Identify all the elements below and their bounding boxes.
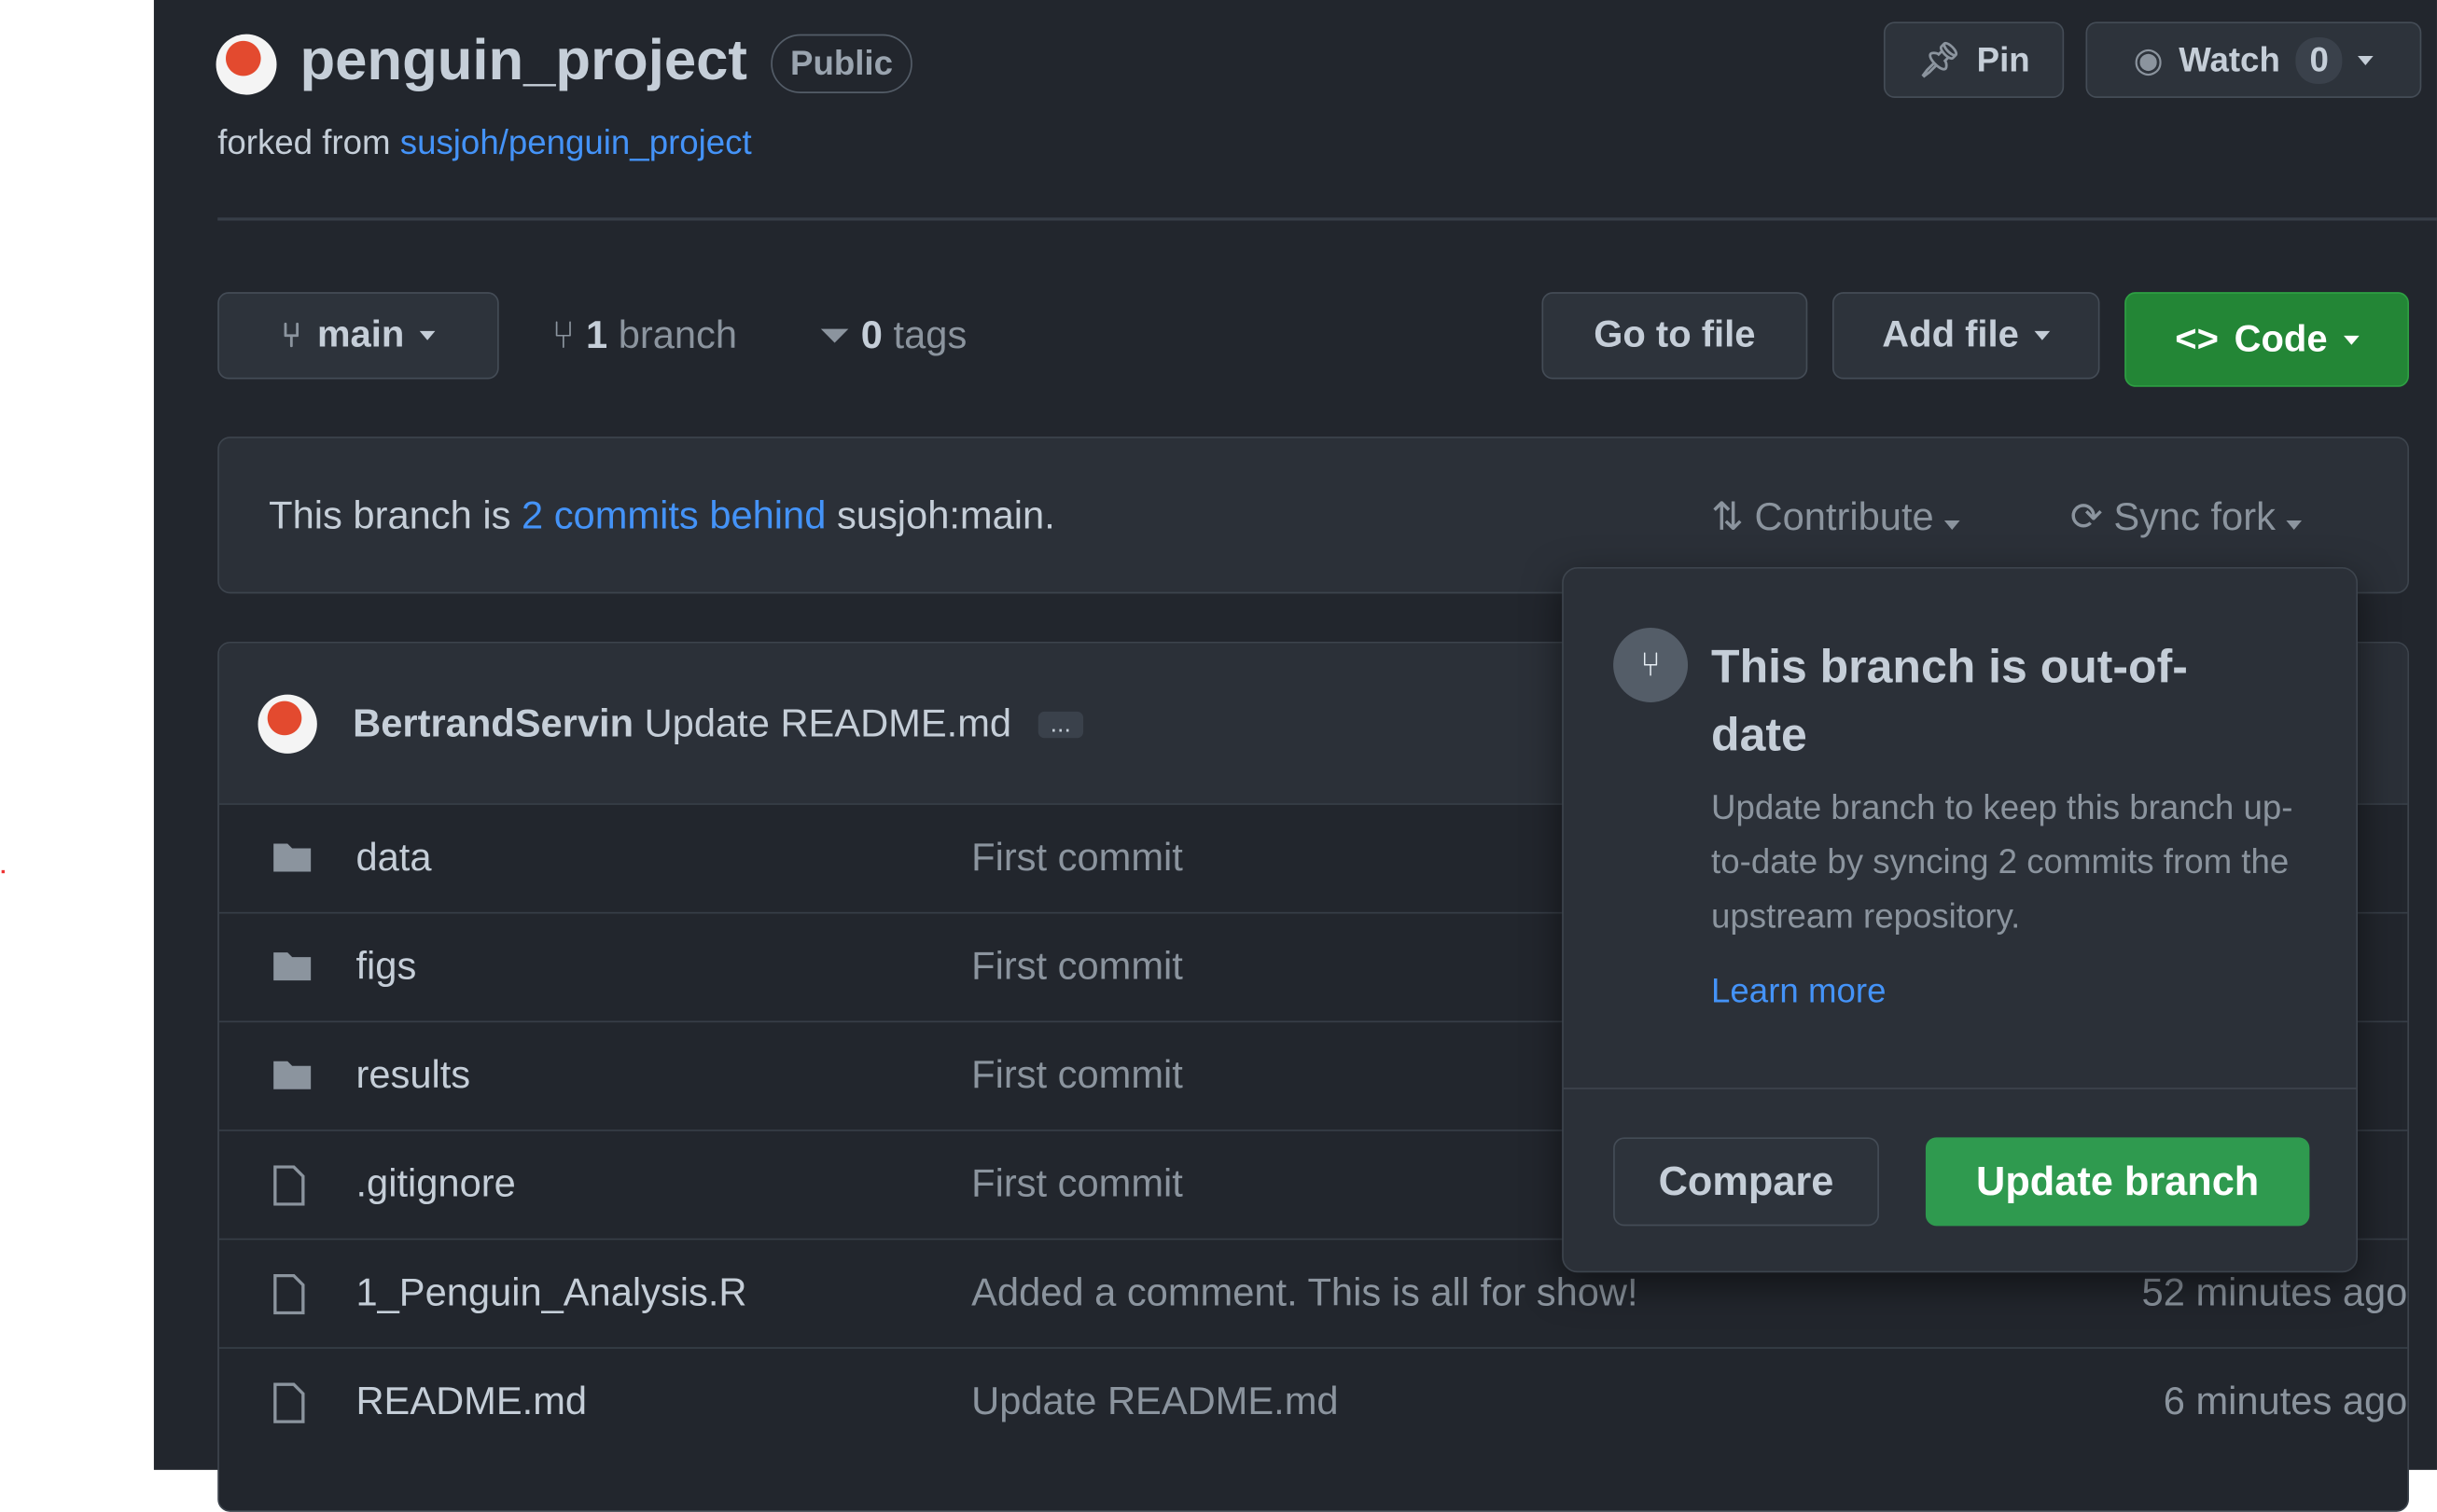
tag-label: tags (893, 313, 968, 358)
caret-down-icon (2286, 520, 2303, 531)
forked-prefix: forked from (217, 122, 391, 162)
file-commit-message[interactable]: Added a comment. This is all for show! (971, 1271, 1637, 1316)
file-name[interactable]: README.md (355, 1380, 587, 1424)
add-file-label: Add file (1882, 313, 2019, 356)
code-label: Code (2234, 317, 2328, 360)
caret-down-icon (2358, 55, 2374, 65)
left-margin (0, 0, 154, 1470)
folder-icon (272, 839, 312, 877)
go-to-file-button[interactable]: Go to file (1541, 292, 1808, 380)
red-dot-artifact (1, 869, 5, 874)
commits-behind-link[interactable]: 2 commits behind (522, 494, 826, 538)
file-name[interactable]: .gitignore (355, 1162, 515, 1207)
contribute-button[interactable]: ⇅ Contribute (1711, 494, 1960, 541)
branch-status-icon: ⑂ (1613, 627, 1689, 702)
branch-icon: ⑂ (281, 315, 302, 354)
sync-icon: ⟳ (2069, 495, 2103, 540)
tags-link[interactable]: ⏷ 0 tags (819, 313, 967, 358)
file-name[interactable]: results (355, 1053, 470, 1098)
watch-label: Watch (2179, 39, 2280, 79)
pin-icon: 📌︎ (1917, 39, 1961, 79)
file-commit-time: 52 minutes ago (2141, 1270, 2408, 1315)
watch-count: 0 (2295, 36, 2343, 84)
fork-status-text: This branch is 2 commits behind susjoh:m… (269, 494, 1055, 539)
pull-request-icon: ⇅ (1711, 495, 1744, 540)
caret-down-icon (1944, 520, 1960, 531)
visibility-badge: Public (771, 34, 912, 93)
pin-label: Pin (1976, 39, 2030, 79)
folder-icon (272, 948, 312, 985)
repo-title[interactable]: penguin_project (299, 28, 746, 93)
update-branch-button[interactable]: Update branch (1925, 1137, 2310, 1227)
sync-fork-popover: ⑂ This branch is out-of-date Update bran… (1562, 567, 2359, 1273)
divider (217, 217, 2437, 221)
code-button[interactable]: <> Code (2124, 292, 2409, 387)
folder-icon (272, 1057, 312, 1094)
compare-button[interactable]: Compare (1613, 1137, 1879, 1227)
file-commit-time: 6 minutes ago (2163, 1380, 2408, 1423)
banner-suffix: susjoh:main. (836, 493, 1055, 538)
commit-message[interactable]: Update README.md (645, 702, 1011, 746)
branches-link[interactable]: ⑂ 1 branch (551, 313, 737, 358)
sync-fork-button[interactable]: ⟳ Sync fork (2069, 494, 2303, 541)
repo-avatar (216, 34, 277, 95)
file-icon (272, 1273, 310, 1315)
file-icon (272, 1382, 310, 1423)
branch-name: main (316, 313, 405, 356)
add-file-button[interactable]: Add file (1831, 292, 2100, 380)
code-icon: <> (2175, 317, 2219, 360)
pin-button[interactable]: 📌︎ Pin (1883, 21, 2065, 98)
caret-down-icon (419, 330, 436, 340)
file-commit-message[interactable]: First commit (971, 836, 1183, 881)
file-name[interactable]: figs (355, 945, 416, 990)
caret-down-icon (2034, 330, 2051, 340)
commit-author[interactable]: BertrandServin (353, 702, 634, 746)
tag-icon: ⏷ (818, 313, 851, 358)
latest-commit-text: BertrandServin Update README.md ... (353, 702, 1084, 747)
expand-commit-button[interactable]: ... (1037, 712, 1084, 739)
file-commit-message[interactable]: First commit (971, 1162, 1183, 1207)
upstream-link[interactable]: susjoh/penguin_project (400, 123, 752, 162)
branch-icon: ⑂ (551, 313, 576, 358)
eye-icon: ◉ (2133, 39, 2164, 79)
popover-description: Update branch to keep this branch up-to-… (1711, 787, 2293, 936)
banner-prefix: This branch is (269, 493, 511, 538)
tag-count: 0 (860, 313, 883, 358)
caret-down-icon (2343, 334, 2359, 344)
watch-button[interactable]: ◉ Watch 0 (2085, 21, 2422, 98)
sync-fork-label: Sync fork (2113, 495, 2276, 540)
file-name[interactable]: data (355, 836, 431, 881)
branch-count: 1 (585, 313, 608, 358)
author-avatar (258, 694, 317, 754)
branch-selector[interactable]: ⑂ main (217, 292, 499, 380)
file-commit-message[interactable]: First commit (971, 1053, 1183, 1098)
file-icon (272, 1165, 310, 1206)
learn-more-link[interactable]: Learn more (1711, 971, 1886, 1011)
popover-title: This branch is out-of-date (1711, 641, 2188, 762)
file-name[interactable]: 1_Penguin_Analysis.R (355, 1271, 746, 1316)
branch-label: branch (618, 313, 738, 358)
contribute-label: Contribute (1754, 495, 1934, 540)
popover-divider (1563, 1088, 2357, 1089)
file-commit-message[interactable]: First commit (971, 945, 1183, 990)
forked-from: forked from susjoh/penguin_project (217, 123, 751, 163)
file-commit-message[interactable]: Update README.md (971, 1380, 1338, 1424)
file-row[interactable]: README.md Update README.md 6 minutes ago (218, 1347, 2408, 1456)
